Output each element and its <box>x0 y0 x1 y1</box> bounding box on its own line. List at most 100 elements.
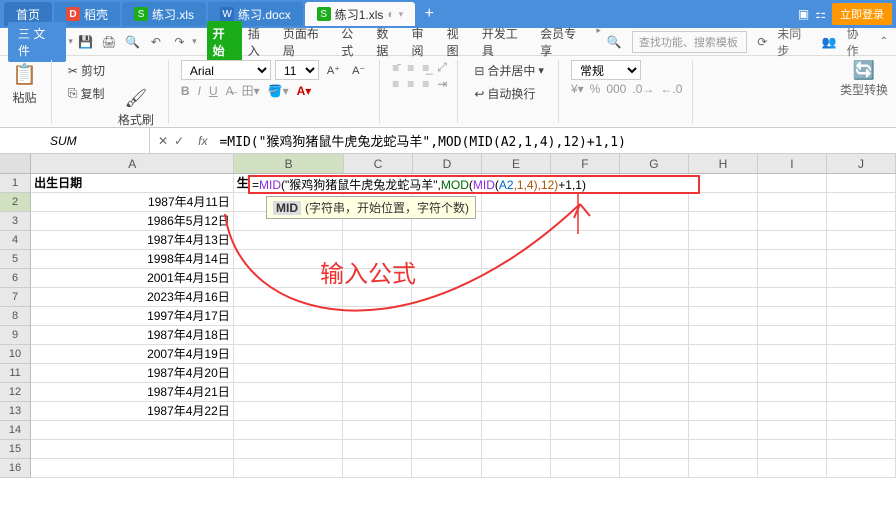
cell[interactable] <box>758 345 827 364</box>
percent-icon[interactable]: % <box>590 82 601 96</box>
col-header-H[interactable]: H <box>689 154 758 174</box>
cell[interactable] <box>689 250 758 269</box>
cell[interactable] <box>551 383 620 402</box>
cell[interactable] <box>620 307 689 326</box>
undo-icon[interactable]: ↶ <box>145 32 166 52</box>
cell[interactable] <box>343 345 412 364</box>
cell[interactable]: 1987年4月20日 <box>31 364 234 383</box>
fx-cancel-icon[interactable]: ✕ <box>158 134 168 148</box>
cell-editor[interactable]: =MID("猴鸡狗猪鼠牛虎兔龙蛇马羊",MOD(MID(A2,1,4),12)+… <box>248 175 700 194</box>
cell[interactable] <box>343 459 412 478</box>
tab-file-1[interactable]: S练习.xls <box>122 2 206 26</box>
row-header[interactable]: 5 <box>0 250 31 269</box>
cell[interactable]: 2007年4月19日 <box>31 345 234 364</box>
cell[interactable] <box>758 440 827 459</box>
ribbon-tab-review[interactable]: 审阅 <box>406 21 441 63</box>
font-family-select[interactable]: Arial <box>181 60 271 80</box>
cell[interactable] <box>551 288 620 307</box>
cell[interactable] <box>551 421 620 440</box>
cell[interactable] <box>620 364 689 383</box>
row-header[interactable]: 7 <box>0 288 31 307</box>
cell[interactable] <box>412 440 481 459</box>
cell[interactable] <box>758 383 827 402</box>
cell[interactable] <box>758 231 827 250</box>
cell[interactable] <box>551 193 620 212</box>
row-header[interactable]: 16 <box>0 459 31 478</box>
cell[interactable] <box>758 193 827 212</box>
cell[interactable] <box>551 269 620 288</box>
window-layout-icon[interactable]: ▣ <box>798 7 809 21</box>
cell[interactable] <box>689 326 758 345</box>
ribbon-tab-view[interactable]: 视图 <box>441 21 476 63</box>
cell[interactable] <box>482 212 551 231</box>
cell[interactable] <box>620 459 689 478</box>
cell[interactable] <box>343 440 412 459</box>
comma-icon[interactable]: 000 <box>606 82 626 96</box>
dec-inc-icon[interactable]: .0→ <box>632 82 654 96</box>
row-header[interactable]: 9 <box>0 326 31 345</box>
font-color-button[interactable]: A▾ <box>297 84 312 98</box>
row-header[interactable]: 1 <box>0 174 31 193</box>
row-header[interactable]: 12 <box>0 383 31 402</box>
save-icon[interactable]: 💾 <box>75 32 96 52</box>
align-center-icon[interactable]: ≡ <box>407 77 414 91</box>
row-header[interactable]: 3 <box>0 212 31 231</box>
cell[interactable] <box>482 269 551 288</box>
fx-icon[interactable]: fx <box>192 134 213 148</box>
col-header-J[interactable]: J <box>827 154 896 174</box>
cell[interactable] <box>551 459 620 478</box>
cell[interactable] <box>412 364 481 383</box>
cell[interactable] <box>482 364 551 383</box>
cell[interactable] <box>827 402 896 421</box>
cell[interactable] <box>620 440 689 459</box>
cell[interactable] <box>412 250 481 269</box>
cell[interactable] <box>620 421 689 440</box>
cell[interactable] <box>689 459 758 478</box>
cell[interactable] <box>482 459 551 478</box>
cell[interactable] <box>758 421 827 440</box>
cell[interactable] <box>31 440 234 459</box>
cell[interactable] <box>234 231 344 250</box>
cell[interactable] <box>689 212 758 231</box>
increase-font-icon[interactable]: A⁺ <box>323 62 344 79</box>
col-header-B[interactable]: B <box>234 154 344 174</box>
cell[interactable] <box>412 288 481 307</box>
row-header[interactable]: 11 <box>0 364 31 383</box>
cell[interactable]: 1987年4月11日 <box>31 193 234 212</box>
align-mid-icon[interactable]: ≡ <box>407 61 414 75</box>
underline-button[interactable]: U <box>209 84 218 98</box>
cell[interactable] <box>234 288 344 307</box>
col-header-E[interactable]: E <box>482 154 551 174</box>
cell[interactable] <box>343 288 412 307</box>
cell[interactable] <box>620 231 689 250</box>
coop-icon[interactable]: 👥 <box>822 35 837 49</box>
cell[interactable] <box>343 383 412 402</box>
cell[interactable] <box>551 231 620 250</box>
align-left-icon[interactable]: ≡ <box>392 77 399 91</box>
cell[interactable] <box>827 212 896 231</box>
cell[interactable] <box>620 402 689 421</box>
cell[interactable] <box>412 231 481 250</box>
align-top-icon[interactable]: ≡̄ <box>392 61 399 75</box>
col-header-G[interactable]: G <box>620 154 689 174</box>
login-button[interactable]: 立即登录 <box>832 3 892 25</box>
ribbon-tab-insert[interactable]: 插入 <box>242 21 277 63</box>
apps-icon[interactable]: ⚏ <box>815 7 826 21</box>
font-size-select[interactable]: 11 <box>275 60 319 80</box>
wrap-text-button[interactable]: ↩自动换行 <box>470 83 539 104</box>
cell[interactable] <box>689 421 758 440</box>
cell[interactable]: 1987年4月18日 <box>31 326 234 345</box>
cell[interactable] <box>482 383 551 402</box>
cell[interactable]: 出生日期 <box>31 174 234 193</box>
ribbon-tab-member[interactable]: 会员专享 <box>534 21 592 63</box>
cell[interactable] <box>482 440 551 459</box>
cell[interactable] <box>234 383 344 402</box>
cell[interactable] <box>689 364 758 383</box>
search-icon[interactable]: 🔍 <box>607 35 622 49</box>
cell[interactable] <box>620 212 689 231</box>
cell[interactable] <box>827 364 896 383</box>
search-input[interactable]: 查找功能、搜索模板 <box>632 31 747 53</box>
dec-dec-icon[interactable]: ←.0 <box>660 82 682 96</box>
cell[interactable] <box>551 326 620 345</box>
currency-icon[interactable]: ¥▾ <box>571 82 584 96</box>
